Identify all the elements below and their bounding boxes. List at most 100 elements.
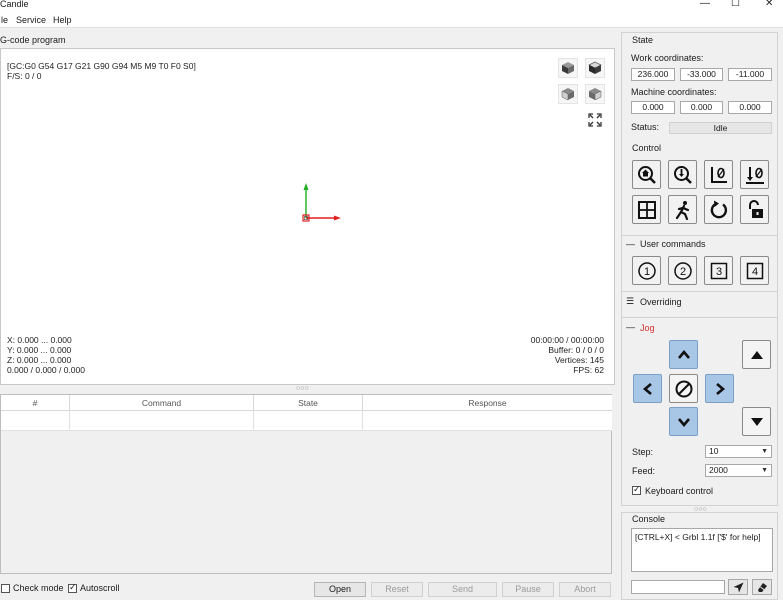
restore-origin-icon: [637, 200, 656, 219]
feed-value: 2000: [709, 465, 728, 475]
autoscroll-checkbox[interactable]: [68, 582, 77, 593]
chevron-left-icon: [642, 382, 652, 395]
table-row-cell[interactable]: [363, 411, 612, 431]
view-top-button[interactable]: [585, 58, 605, 78]
reset-button-control[interactable]: [704, 195, 733, 224]
user-command-1-button[interactable]: 1: [632, 256, 661, 285]
menu-file[interactable]: le: [1, 15, 8, 25]
close-button[interactable]: ✕: [765, 0, 773, 9]
control-panel: Control: [621, 142, 778, 236]
chevron-down-icon: ▼: [761, 448, 768, 455]
program-splitter-handle[interactable]: ○○○: [296, 385, 309, 392]
vertices-text: Vertices: 145: [554, 355, 604, 365]
safe-position-icon: [675, 200, 689, 220]
user-command-4-button[interactable]: 4: [740, 256, 769, 285]
user-command-3-button[interactable]: 3: [704, 256, 733, 285]
jog-z-plus-button[interactable]: [742, 340, 771, 369]
probe-icon: [673, 165, 692, 184]
program-table[interactable]: # Command State Response: [0, 394, 612, 574]
view-iso-icon: [562, 62, 574, 74]
chevron-down-icon: [677, 417, 690, 427]
table-header-response[interactable]: Response: [363, 395, 612, 411]
keyboard-control-checkbox[interactable]: [632, 484, 641, 495]
home-button[interactable]: [632, 160, 661, 189]
reset-button[interactable]: Reset: [371, 582, 423, 597]
buffer-text: Buffer: 0 / 0 / 0: [548, 345, 604, 355]
menu-service[interactable]: Service: [16, 15, 46, 25]
jog-collapse-icon[interactable]: —: [626, 322, 635, 332]
unlock-button[interactable]: [740, 195, 769, 224]
zero-z-button[interactable]: [740, 160, 769, 189]
step-value: 10: [709, 446, 719, 456]
user-command-2-label: 2: [679, 266, 685, 278]
gcode-visualizer[interactable]: [GC:G0 G54 G17 G21 G90 G94 M5 M9 T0 F0 S…: [0, 48, 615, 385]
jog-stop-button[interactable]: [669, 374, 698, 403]
jog-y-minus-button[interactable]: [669, 407, 698, 436]
abort-button[interactable]: Abort: [559, 582, 611, 597]
send-button[interactable]: Send: [428, 582, 497, 597]
console-command-input[interactable]: [631, 580, 725, 594]
reset-icon: [710, 200, 727, 218]
view-left-button[interactable]: [585, 84, 605, 104]
open-button[interactable]: Open: [314, 582, 366, 597]
keyboard-control-label: Keyboard control: [645, 486, 714, 496]
pause-button[interactable]: Pause: [502, 582, 554, 597]
user-commands-panel: — User commands 1 2 3 4: [621, 236, 778, 292]
zero-xy-icon: [710, 166, 727, 183]
console-title: Console: [632, 514, 666, 524]
window-title: Candle: [0, 0, 29, 9]
probe-button[interactable]: [668, 160, 697, 189]
menu-help[interactable]: Help: [53, 15, 72, 25]
view-front-button[interactable]: [558, 84, 578, 104]
title-bar: Candle — ☐ ✕: [0, 0, 783, 12]
triangle-up-icon: [750, 350, 763, 359]
step-select[interactable]: 10 ▼: [705, 445, 772, 458]
work-x-field: 236.000: [631, 68, 675, 81]
coord-totals-text: 0.000 / 0.000 / 0.000: [7, 365, 85, 375]
safe-position-button[interactable]: [668, 195, 697, 224]
clear-icon: [757, 582, 767, 592]
number-1-circle-icon: 1: [637, 261, 656, 280]
zero-xy-button[interactable]: [704, 160, 733, 189]
triangle-down-icon: [750, 417, 763, 426]
console-output[interactable]: [CTRL+X] < Grbl 1.1f ['$' for help]: [631, 528, 773, 572]
work-z-field: -11.000: [728, 68, 772, 81]
chevron-right-icon: [715, 382, 725, 395]
user-commands-collapse-icon[interactable]: —: [626, 239, 635, 249]
jog-panel: — Jog Step: 10 ▼ Feed: 2000 ▼ ✓ Keyboard…: [621, 318, 778, 506]
autoscroll-label: Autoscroll: [80, 583, 120, 593]
machine-z-field: 0.000: [728, 101, 772, 114]
jog-y-plus-button[interactable]: [669, 340, 698, 369]
minimize-button[interactable]: —: [700, 0, 710, 9]
right-panel: State Work coordinates: 236.000 -33.000 …: [621, 28, 783, 600]
control-title: Control: [632, 143, 662, 153]
overriding-menu-icon[interactable]: ☰: [626, 296, 634, 307]
number-2-circle-icon: 2: [673, 261, 692, 280]
user-command-2-button[interactable]: 2: [668, 256, 697, 285]
table-row-cell[interactable]: [70, 411, 254, 431]
table-row-cell[interactable]: [254, 411, 363, 431]
gc-state-text: [GC:G0 G54 G17 G21 G90 G94 M5 M9 T0 F0 S…: [7, 61, 196, 71]
table-header-state[interactable]: State: [254, 395, 363, 411]
view-iso-button[interactable]: [558, 58, 578, 78]
fit-view-icon: [588, 113, 602, 127]
maximize-button[interactable]: ☐: [731, 0, 740, 9]
table-header-number[interactable]: #: [1, 395, 70, 411]
feed-select[interactable]: 2000 ▼: [705, 464, 772, 477]
overriding-panel[interactable]: ☰ Overriding: [621, 292, 778, 318]
view-left-icon: [589, 88, 602, 101]
fit-view-button[interactable]: [585, 110, 605, 130]
jog-x-plus-button[interactable]: [705, 374, 734, 403]
home-icon: [637, 165, 656, 184]
console-clear-button[interactable]: [752, 579, 772, 595]
restore-origin-button[interactable]: [632, 195, 661, 224]
table-header-command[interactable]: Command: [70, 395, 254, 411]
jog-z-minus-button[interactable]: [742, 407, 771, 436]
coord-z-text: Z: 0.000 ... 0.000: [7, 355, 72, 365]
check-mode-checkbox[interactable]: [1, 584, 10, 593]
chevron-down-icon: ▼: [761, 467, 768, 474]
jog-x-minus-button[interactable]: [633, 374, 662, 403]
table-row-cell[interactable]: [1, 411, 70, 431]
console-send-button[interactable]: [728, 579, 748, 595]
zero-z-icon: [745, 166, 764, 184]
